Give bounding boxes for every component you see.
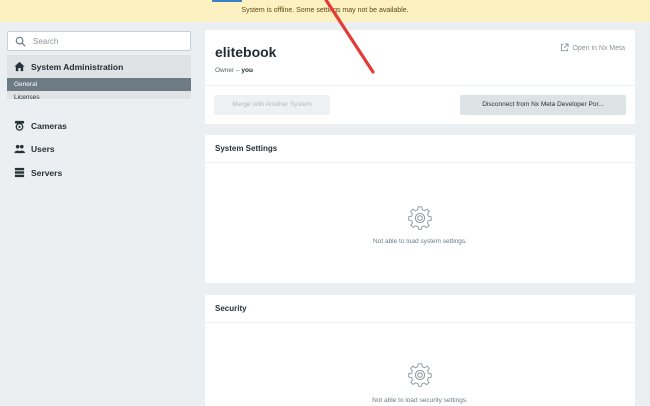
sidebar-item-users[interactable]: Users xyxy=(7,139,191,159)
disconnect-button[interactable]: Disconnect from Nx Meta Developer Por... xyxy=(460,95,626,115)
security-error: Not able to load security settings. xyxy=(372,397,468,404)
security-header: Security xyxy=(205,295,635,323)
open-in-nx-meta-label: Open in Nx Meta xyxy=(572,45,625,52)
sidebar-item-users-label: Users xyxy=(31,144,55,154)
nav-system-administration-header[interactable]: System Administration xyxy=(7,55,191,78)
owner-prefix: Owner – xyxy=(215,67,242,74)
sidebar-item-servers-label: Servers xyxy=(31,168,63,178)
banner-accent-bar xyxy=(212,0,242,2)
search-input[interactable]: Search xyxy=(7,31,191,51)
nav-system-administration-label: System Administration xyxy=(31,62,124,72)
system-settings-title: System Settings xyxy=(215,144,278,153)
security-card: Security Not able to load security setti… xyxy=(205,295,635,406)
open-in-nx-meta-link[interactable]: Open in Nx Meta xyxy=(560,43,625,52)
sidebar-item-servers[interactable]: Servers xyxy=(7,163,191,183)
search-placeholder: Search xyxy=(33,37,59,46)
system-name: elitebook xyxy=(215,44,277,60)
owner-name: you xyxy=(241,67,253,74)
system-info-card: elitebook Owner – you Open in Nx Meta Me… xyxy=(205,30,635,124)
sidebar-item-licenses[interactable]: Licenses xyxy=(7,91,191,104)
system-settings-header: System Settings xyxy=(205,135,635,163)
system-settings-error: Not able to load system settings. xyxy=(373,238,467,245)
sidebar-item-general[interactable]: General xyxy=(7,78,191,91)
sidebar: Search System Administration General Lic… xyxy=(0,22,198,406)
gear-icon xyxy=(408,206,432,230)
system-settings-card: System Settings Not able to load system … xyxy=(205,135,635,283)
search-icon xyxy=(15,36,26,47)
nav-system-administration: System Administration General Licenses xyxy=(7,55,191,101)
gear-icon xyxy=(408,363,432,387)
sidebar-item-cameras-label: Cameras xyxy=(31,121,67,131)
servers-icon xyxy=(14,167,25,178)
offline-banner: System is offline. Some settings may not… xyxy=(0,0,650,22)
sidebar-item-cameras[interactable]: Cameras xyxy=(7,116,191,136)
users-icon xyxy=(14,144,25,154)
security-title: Security xyxy=(215,304,247,313)
offline-banner-text: System is offline. Some settings may not… xyxy=(241,7,409,14)
merge-system-button[interactable]: Merge with Another System xyxy=(214,95,330,115)
system-owner: Owner – you xyxy=(215,67,253,74)
external-link-icon xyxy=(560,43,569,52)
camera-icon xyxy=(14,120,25,131)
home-icon xyxy=(14,61,25,72)
card-divider xyxy=(205,85,635,86)
